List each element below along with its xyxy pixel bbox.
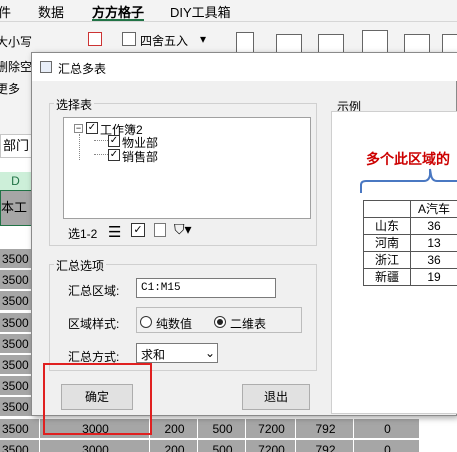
selection-count: 选1-2 xyxy=(68,227,98,241)
table-icon[interactable] xyxy=(318,34,344,54)
style-label: 区域样式: xyxy=(68,317,120,331)
method-select-value: 求和 xyxy=(141,348,166,362)
clipboard-icon[interactable] xyxy=(236,32,254,54)
range-label: 汇总区域: xyxy=(68,284,120,298)
example-row-name: 河南 xyxy=(363,234,411,252)
sheet-cell[interactable]: 792 xyxy=(296,418,354,439)
tab-data[interactable]: 数据 xyxy=(38,2,64,21)
sheet-cell[interactable]: 7200 xyxy=(246,418,296,439)
example-row-name: 山东 xyxy=(363,217,411,235)
example-row-value: 36 xyxy=(410,217,457,235)
sheet-cell[interactable]: 0 xyxy=(354,418,420,439)
method-select[interactable]: 求和 ⌄ xyxy=(136,343,218,363)
radio-plain-values-label[interactable]: 纯数值 xyxy=(156,315,192,332)
radio-plain-values[interactable] xyxy=(140,316,152,328)
sheet-cell[interactable]: 3500 xyxy=(0,439,40,452)
tree-line xyxy=(94,154,108,155)
column-header-d[interactable]: D xyxy=(0,172,31,190)
round-icon xyxy=(122,32,136,46)
grid-icon[interactable] xyxy=(362,30,388,54)
list-icon[interactable]: ☰ xyxy=(108,223,121,241)
table-icon[interactable] xyxy=(442,34,457,54)
tree-item-label[interactable]: 销售部 xyxy=(122,148,158,165)
chevron-down-icon: ⌄ xyxy=(205,346,216,360)
sheet-checkbox[interactable]: ✓ xyxy=(108,135,120,147)
sheet-cell[interactable]: 3000 xyxy=(40,439,150,452)
sheet-cell[interactable]: 200 xyxy=(150,418,198,439)
example-row-value: 19 xyxy=(410,268,457,286)
tree-line xyxy=(94,140,108,141)
example-row-value: 13 xyxy=(410,234,457,252)
sheet-cell[interactable]: 792 xyxy=(296,439,354,452)
ribbon-remove-blank-button[interactable]: 删除空 xyxy=(0,58,32,75)
tree-line xyxy=(79,134,80,160)
example-row-value: 36 xyxy=(410,251,457,269)
merge-dialog: 汇总多表 选择表 − ✓ 工作簿2 ✓ 物业部 ✓ 销售部 选1-2 ☰ ✓ ⛉… xyxy=(31,52,457,416)
options-group-label: 汇总选项 xyxy=(54,257,107,274)
ribbon-divider xyxy=(0,21,457,22)
example-header-cell: A汽车 xyxy=(410,200,457,218)
tab-file[interactable]: 件 xyxy=(0,2,11,21)
chevron-down-icon[interactable]: ▾ xyxy=(200,32,206,46)
tab-diy[interactable]: DIY工具箱 xyxy=(170,2,231,21)
sheet-cell[interactable]: 500 xyxy=(198,418,246,439)
sheet-tree: − ✓ 工作簿2 ✓ 物业部 ✓ 销售部 xyxy=(63,117,311,219)
sheet-checkbox[interactable]: ✓ xyxy=(108,149,120,161)
range-input[interactable]: C1:M15 xyxy=(136,278,276,298)
round-button[interactable]: 四舍五入 xyxy=(140,32,188,49)
collapse-icon[interactable]: − xyxy=(74,124,83,133)
radio-2d-table[interactable] xyxy=(214,316,226,328)
sheet-cell[interactable]: 3500 xyxy=(0,418,40,439)
example-row-name: 新疆 xyxy=(363,268,411,286)
table-icon[interactable] xyxy=(276,34,302,54)
sheet-cell[interactable]: 0 xyxy=(354,439,420,452)
ribbon-case-button[interactable]: 大小写 xyxy=(0,33,32,50)
table-icon[interactable] xyxy=(404,34,430,54)
example-row-name: 浙江 xyxy=(363,251,411,269)
check-all-icon[interactable]: ✓ xyxy=(131,223,145,237)
add-sheet-icon[interactable] xyxy=(154,223,166,237)
exit-button[interactable]: 退出 xyxy=(242,384,310,410)
example-corner-cell xyxy=(363,200,411,218)
delete-icon[interactable] xyxy=(88,32,102,46)
dialog-title-bar: 汇总多表 xyxy=(32,53,457,81)
sheet-cell[interactable]: 7200 xyxy=(246,439,296,452)
ribbon-tabs: 件 数据 方方格子 DIY工具箱 xyxy=(0,0,457,20)
ribbon-more-button[interactable]: 更多 xyxy=(0,80,20,97)
radio-2d-table-label[interactable]: 二维表 xyxy=(230,315,266,332)
sheet-cell[interactable]: 200 xyxy=(150,439,198,452)
filter-icon[interactable]: ⛉▾ xyxy=(174,221,192,238)
workbook-checkbox[interactable]: ✓ xyxy=(86,122,98,134)
brace-icon xyxy=(360,168,457,193)
select-group-label: 选择表 xyxy=(54,96,95,113)
sheet-cell[interactable]: 500 xyxy=(198,439,246,452)
app-icon xyxy=(40,61,52,73)
highlight-box xyxy=(43,363,152,435)
dialog-title: 汇总多表 xyxy=(58,62,107,76)
